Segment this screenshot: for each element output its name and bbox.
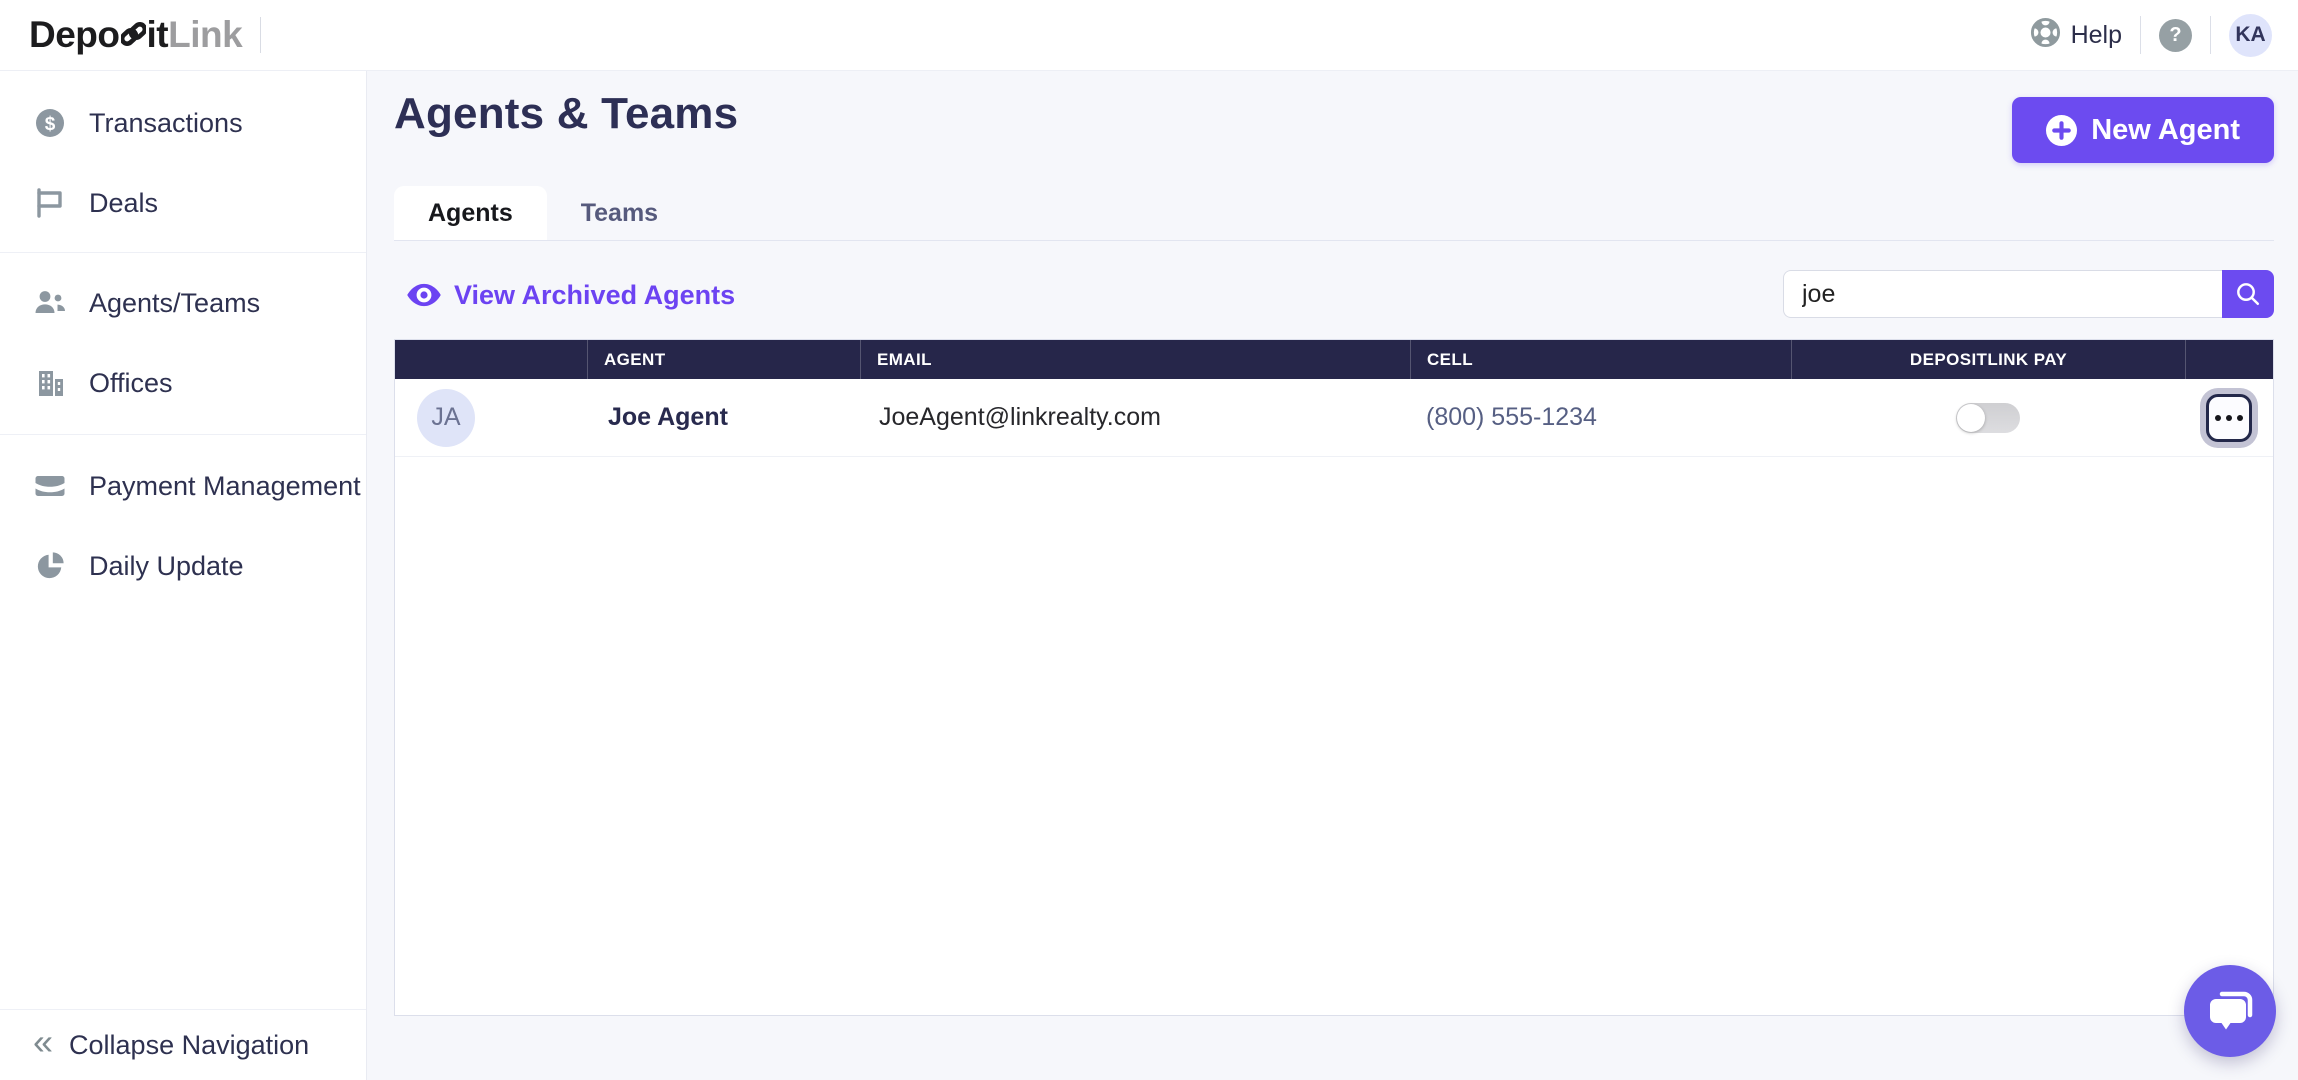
row-actions-button[interactable] — [2206, 394, 2252, 442]
toggle-knob — [1957, 404, 1985, 432]
tab-agents[interactable]: Agents — [394, 186, 547, 240]
view-archived-agents-label: View Archived Agents — [454, 280, 735, 311]
payment-cards-icon — [33, 470, 66, 502]
chat-bubbles-icon — [2204, 985, 2256, 1037]
logo-text-suffix: it — [147, 14, 169, 56]
pie-chart-icon — [33, 551, 66, 581]
brand-area: Depo it Link — [29, 14, 261, 56]
sidebar-item-daily-update[interactable]: Daily Update — [0, 526, 366, 606]
help-button[interactable]: Help — [2030, 17, 2122, 53]
logo-text-secondary: Link — [168, 14, 242, 56]
depositlink-pay-toggle[interactable] — [1956, 403, 2020, 433]
sidebar-navigation: $ Transactions Deals — [0, 71, 367, 1080]
page-title: Agents & Teams — [394, 89, 738, 139]
sidebar-item-label: Transactions — [89, 108, 243, 139]
new-agent-label: New Agent — [2091, 114, 2240, 147]
double-chevron-left-icon: « — [33, 1024, 53, 1060]
sidebar-item-label: Payment Management — [89, 471, 361, 502]
sidebar-item-agents-teams[interactable]: Agents/Teams — [0, 263, 366, 343]
view-archived-agents-link[interactable]: View Archived Agents — [406, 278, 735, 312]
column-header-avatar — [395, 340, 587, 379]
search-input[interactable] — [1783, 270, 2222, 318]
depositlink-pay-cell — [1791, 403, 2185, 433]
plus-circle-icon — [2046, 115, 2077, 146]
question-mark-icon[interactable]: ? — [2159, 19, 2192, 52]
collapse-navigation-button[interactable]: « Collapse Navigation — [0, 1010, 366, 1080]
flag-icon — [33, 187, 66, 219]
logo-divider — [260, 17, 261, 53]
sidebar-divider — [0, 434, 366, 435]
table-header-row: AGENT EMAIL CELL DEPOSITLINK PAY — [395, 340, 2273, 379]
sidebar-item-label: Agents/Teams — [89, 288, 260, 319]
magnifier-icon — [2234, 280, 2262, 308]
new-agent-button[interactable]: New Agent — [2012, 97, 2274, 163]
ellipsis-dot — [2226, 415, 2232, 421]
logo-text-prefix: Depo — [29, 14, 120, 56]
column-header-cell: CELL — [1410, 340, 1791, 379]
sidebar-item-transactions[interactable]: $ Transactions — [0, 83, 366, 163]
sidebar-item-label: Deals — [89, 188, 158, 219]
main-content: Agents & Teams New Agent Agents Teams Vi… — [368, 71, 2298, 1080]
column-header-agent: AGENT — [587, 340, 860, 379]
top-bar: Depo it Link — [0, 0, 2298, 71]
sidebar-item-label: Daily Update — [89, 551, 244, 582]
chain-link-icon — [121, 17, 146, 59]
search-button[interactable] — [2222, 270, 2274, 318]
agent-avatar: JA — [417, 389, 475, 447]
tab-bar: Agents Teams — [394, 186, 2274, 241]
agent-search — [1783, 270, 2274, 318]
topbar-actions: Help ? KA — [2030, 14, 2272, 57]
topbar-divider — [2210, 16, 2211, 54]
topbar-divider — [2140, 16, 2141, 54]
collapse-navigation-label: Collapse Navigation — [69, 1030, 309, 1061]
sidebar-item-deals[interactable]: Deals — [0, 163, 366, 243]
agent-email: JoeAgent@linkrealty.com — [860, 403, 1410, 432]
agent-name: Joe Agent — [587, 403, 860, 432]
agents-table-card: AGENT EMAIL CELL DEPOSITLINK PAY JA Joe … — [394, 339, 2274, 1016]
eye-icon — [406, 282, 442, 308]
agent-avatar-cell: JA — [395, 389, 587, 447]
lifebuoy-icon — [2030, 17, 2061, 53]
help-label: Help — [2071, 21, 2122, 50]
table-row: JA Joe Agent JoeAgent@linkrealty.com (80… — [395, 379, 2273, 457]
ellipsis-dot — [2215, 415, 2221, 421]
tab-teams[interactable]: Teams — [547, 186, 692, 240]
column-header-actions — [2185, 340, 2273, 379]
user-avatar[interactable]: KA — [2229, 14, 2272, 57]
row-actions-cell — [2185, 394, 2273, 442]
dollar-circle-icon: $ — [33, 107, 66, 139]
agent-cell-number: (800) 555-1234 — [1410, 403, 1791, 432]
sidebar-divider — [0, 252, 366, 253]
people-icon — [33, 287, 66, 319]
building-icon — [33, 367, 66, 399]
depositlink-logo[interactable]: Depo it Link — [29, 14, 242, 56]
ellipsis-dot — [2237, 415, 2243, 421]
svg-text:$: $ — [44, 114, 55, 135]
chat-widget-button[interactable] — [2184, 965, 2276, 1057]
sidebar-item-label: Offices — [89, 368, 173, 399]
sidebar-item-offices[interactable]: Offices — [0, 343, 366, 423]
column-header-email: EMAIL — [860, 340, 1410, 379]
sidebar-item-payment-management[interactable]: Payment Management — [0, 446, 366, 526]
column-header-depositlink-pay: DEPOSITLINK PAY — [1791, 340, 2185, 379]
